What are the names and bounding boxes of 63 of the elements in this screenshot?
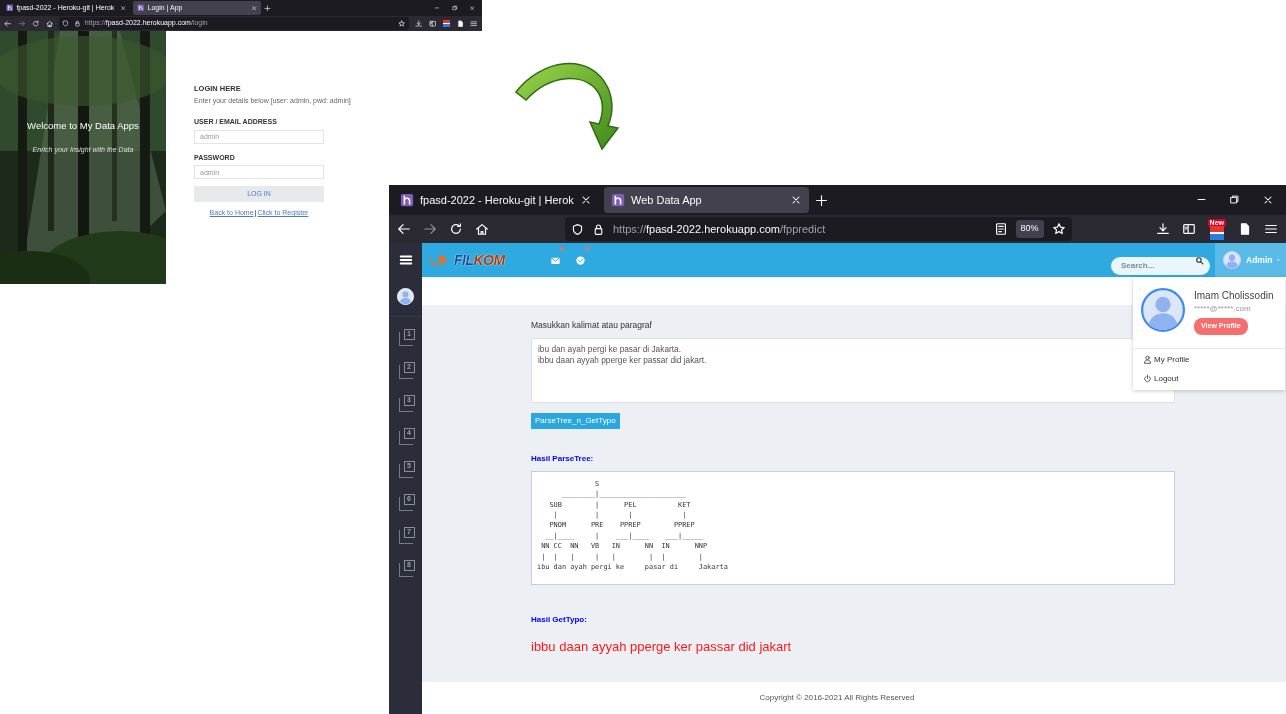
typo-result: ibbu daan ayyah pperge ker passar did jakart	[531, 637, 792, 656]
section-heading: Hasil GetTypo:	[531, 613, 587, 626]
bookmark-star-icon[interactable]	[398, 19, 406, 27]
hero-title: Welcome to My Data Apps	[27, 119, 139, 133]
sidebar-icon[interactable]	[429, 19, 437, 27]
search-icon[interactable]	[1195, 255, 1204, 265]
zoom-level[interactable]: 80%	[1015, 220, 1044, 238]
extension-button[interactable]	[442, 19, 451, 27]
close-icon[interactable]	[469, 4, 476, 12]
logo-icon	[428, 252, 450, 268]
menu-icon[interactable]	[1264, 222, 1278, 236]
extension-icon	[442, 19, 451, 27]
parse-button[interactable]: ParseTree_n_GetTypo	[531, 412, 620, 429]
reader-view-icon[interactable]	[993, 222, 1008, 236]
footer-text: Copyright © 2016-2021 All Rights Reserved	[759, 692, 915, 704]
close-icon[interactable]	[120, 4, 127, 12]
home-icon[interactable]	[45, 19, 53, 27]
restore-icon[interactable]	[451, 4, 458, 11]
home-icon[interactable]	[475, 222, 489, 236]
user-name: Imam Cholissodin	[1194, 289, 1274, 303]
back-icon[interactable]	[397, 222, 411, 236]
reload-icon[interactable]	[449, 222, 463, 236]
new-tab-icon[interactable]	[264, 4, 272, 12]
download-icon[interactable]	[1155, 222, 1170, 236]
reload-icon[interactable]	[31, 19, 40, 27]
search-field[interactable]: Search...	[1111, 256, 1210, 275]
browser-tab[interactable]: Web Data App	[604, 187, 809, 213]
avatar-icon	[1223, 251, 1241, 269]
tab-favicon-icon	[400, 193, 414, 207]
input-label: Masukkan kalimat atau paragraf	[531, 319, 652, 332]
forward-icon[interactable]	[18, 19, 26, 27]
mail-icon	[550, 255, 561, 267]
lock-icon[interactable]	[592, 222, 605, 236]
close-icon[interactable]	[790, 194, 802, 206]
url-text: https://fpasd-2022.herokuapp.com/fppredict	[613, 221, 827, 237]
tab-favicon-icon	[5, 4, 14, 12]
menu-icon[interactable]	[398, 253, 413, 267]
close-icon[interactable]	[1262, 194, 1274, 206]
power-icon	[1143, 374, 1152, 383]
new-tab-icon[interactable]	[815, 193, 828, 207]
menu-icon[interactable]	[470, 19, 478, 27]
address-bar[interactable]: https://fpasd-2022.herokuapp.com/fppredict 80%	[565, 217, 1072, 241]
section-heading: Hasil ParseTree:	[531, 452, 594, 465]
check-icon	[575, 255, 586, 267]
shield-icon[interactable]	[571, 222, 584, 236]
restore-icon[interactable]	[1229, 194, 1240, 205]
page-icon[interactable]	[1238, 222, 1252, 236]
browser-tab[interactable]: fpasd-2022 - Heroku-git | Herok	[393, 187, 598, 213]
person-icon	[1143, 355, 1152, 364]
tab-favicon-icon	[137, 4, 145, 12]
tab-favicon-icon	[611, 193, 625, 207]
back-icon[interactable]	[4, 19, 12, 27]
forward-icon[interactable]	[423, 222, 437, 236]
lock-icon[interactable]	[73, 19, 81, 27]
logo-text: FILKOM	[454, 250, 505, 270]
avatar-icon	[1141, 288, 1185, 332]
bookmark-star-icon[interactable]	[1051, 222, 1066, 236]
sidebar-icon[interactable]	[1181, 222, 1196, 236]
download-icon[interactable]	[415, 19, 423, 27]
page-icon[interactable]	[456, 19, 464, 27]
user-email: *****@*****.com	[1194, 303, 1251, 315]
caret-icon	[1277, 258, 1280, 262]
avatar-icon	[397, 288, 414, 305]
